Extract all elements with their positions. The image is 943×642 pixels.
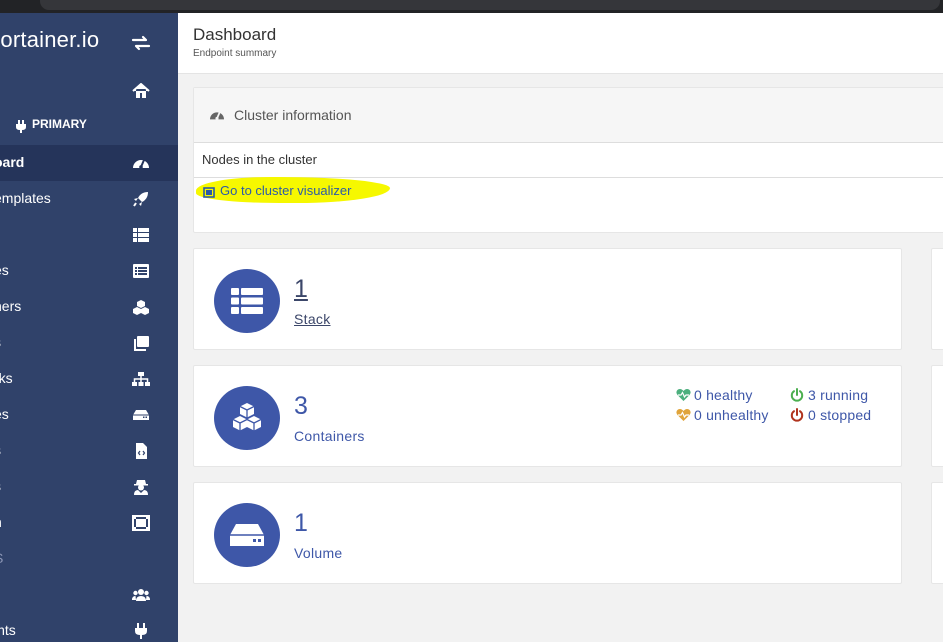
sidebar-item-label: s xyxy=(0,442,1,458)
cluster-visualizer-link[interactable]: Go to cluster visualizer xyxy=(196,177,390,205)
volume-icon-circle xyxy=(214,503,280,567)
sidebar-item-app-templates[interactable]: emplates xyxy=(0,181,178,217)
sidebar: portainer.io PRIMARY oard emplates xyxy=(0,13,178,642)
sidebar-item-label: rks xyxy=(0,370,13,386)
sidebar-item-services[interactable]: es xyxy=(0,253,178,289)
cubes-icon xyxy=(232,403,262,431)
sidebar-item-configs[interactable]: s xyxy=(0,433,178,469)
sidebar-item-label: es xyxy=(0,406,9,422)
brand: portainer.io xyxy=(0,13,178,71)
sidebar-item-label: ners xyxy=(0,298,22,314)
containers-stat-widget[interactable]: 3 Containers 0 healthy 0 unhealthy 3 run… xyxy=(193,365,902,467)
sitemap-icon xyxy=(132,372,150,386)
sidebar-section-label: S xyxy=(0,550,3,566)
page-title: Dashboard xyxy=(193,25,277,44)
sidebar-endpoint: PRIMARY xyxy=(0,109,178,145)
object-group-icon xyxy=(132,515,150,531)
stack-label[interactable]: Stack xyxy=(294,311,331,327)
nodes-label: Nodes in the cluster xyxy=(202,152,317,167)
sidebar-item-secrets[interactable]: s xyxy=(0,469,178,505)
sidebar-section-settings: S xyxy=(0,541,178,577)
stack-icon-circle xyxy=(214,269,280,333)
clone-icon xyxy=(134,336,149,351)
sidebar-item-label: emplates xyxy=(0,190,51,206)
page-subtitle: Endpoint summary xyxy=(193,48,277,59)
healthy-text: 0 healthy xyxy=(694,387,753,403)
rocket-icon xyxy=(133,192,148,207)
brand-logo[interactable]: portainer.io xyxy=(0,27,99,53)
stack-stat-widget[interactable]: 1 Stack xyxy=(193,248,902,350)
user-secret-icon xyxy=(134,480,148,495)
volume-count[interactable]: 1 xyxy=(294,509,308,538)
sidebar-item-label: es xyxy=(0,262,9,278)
hdd-icon xyxy=(133,410,149,420)
containers-count[interactable]: 3 xyxy=(294,392,308,421)
sidebar-item-networks[interactable]: rks xyxy=(0,361,178,397)
side-widget xyxy=(931,365,943,467)
file-code-icon xyxy=(136,443,147,459)
sidebar-item-home[interactable] xyxy=(0,73,178,109)
unhealthy-text: 0 unhealthy xyxy=(694,407,769,423)
list-alt-icon xyxy=(133,264,149,278)
stack-count[interactable]: 1 xyxy=(294,275,308,304)
sidebar-item-images[interactable]: s xyxy=(0,325,178,361)
heartbeat-icon xyxy=(676,409,691,421)
running-text: 3 running xyxy=(808,387,869,403)
tachometer-icon xyxy=(210,112,224,121)
sidebar-item-volumes[interactable]: es xyxy=(0,397,178,433)
endpoint-name: PRIMARY xyxy=(32,117,87,131)
sidebar-item-swarm[interactable]: n xyxy=(0,505,178,541)
sidebar-item-label: ints xyxy=(0,622,16,638)
power-off-icon xyxy=(790,408,804,422)
volume-stat-widget[interactable]: 1 Volume xyxy=(193,482,902,584)
nodes-row: Nodes in the cluster xyxy=(194,143,943,178)
sidebar-item-containers[interactable]: ners xyxy=(0,289,178,325)
users-icon xyxy=(132,589,150,601)
side-widget xyxy=(931,248,943,350)
sidebar-item-label: s xyxy=(0,334,1,350)
visualizer-link-text[interactable]: Go to cluster visualizer xyxy=(220,183,352,198)
plug-icon xyxy=(135,623,147,639)
tachometer-icon xyxy=(133,159,149,169)
th-list-icon xyxy=(231,288,263,314)
home-icon xyxy=(132,83,150,98)
sidebar-item-label: s xyxy=(0,478,1,494)
object-group-icon xyxy=(203,187,215,198)
sidebar-item-endpoints[interactable]: ints xyxy=(0,613,178,642)
widget-header: Cluster information xyxy=(194,88,943,143)
sidebar-item-users[interactable] xyxy=(0,577,178,613)
th-list-icon xyxy=(133,228,149,242)
exchange-icon[interactable] xyxy=(131,35,151,51)
sidebar-item-stacks[interactable] xyxy=(0,217,178,253)
power-off-icon xyxy=(790,388,804,402)
sidebar-item-label: oard xyxy=(0,154,25,170)
hdd-icon xyxy=(230,524,264,546)
plug-icon xyxy=(16,120,26,133)
heartbeat-icon xyxy=(676,389,691,401)
page-header: Dashboard Endpoint summary xyxy=(178,13,943,74)
cubes-icon xyxy=(133,300,149,315)
browser-strip xyxy=(0,0,943,13)
volume-label[interactable]: Volume xyxy=(294,545,343,561)
address-bar[interactable] xyxy=(40,0,940,10)
widget-title: Cluster information xyxy=(234,107,352,123)
containers-icon-circle xyxy=(214,386,280,450)
sidebar-item-label: n xyxy=(0,514,2,530)
sidebar-item-dashboard[interactable]: oard xyxy=(0,145,178,181)
cluster-information-widget: Cluster information Nodes in the cluster… xyxy=(193,87,943,233)
side-widget xyxy=(931,482,943,584)
stopped-text: 0 stopped xyxy=(808,407,872,423)
containers-label[interactable]: Containers xyxy=(294,428,365,444)
